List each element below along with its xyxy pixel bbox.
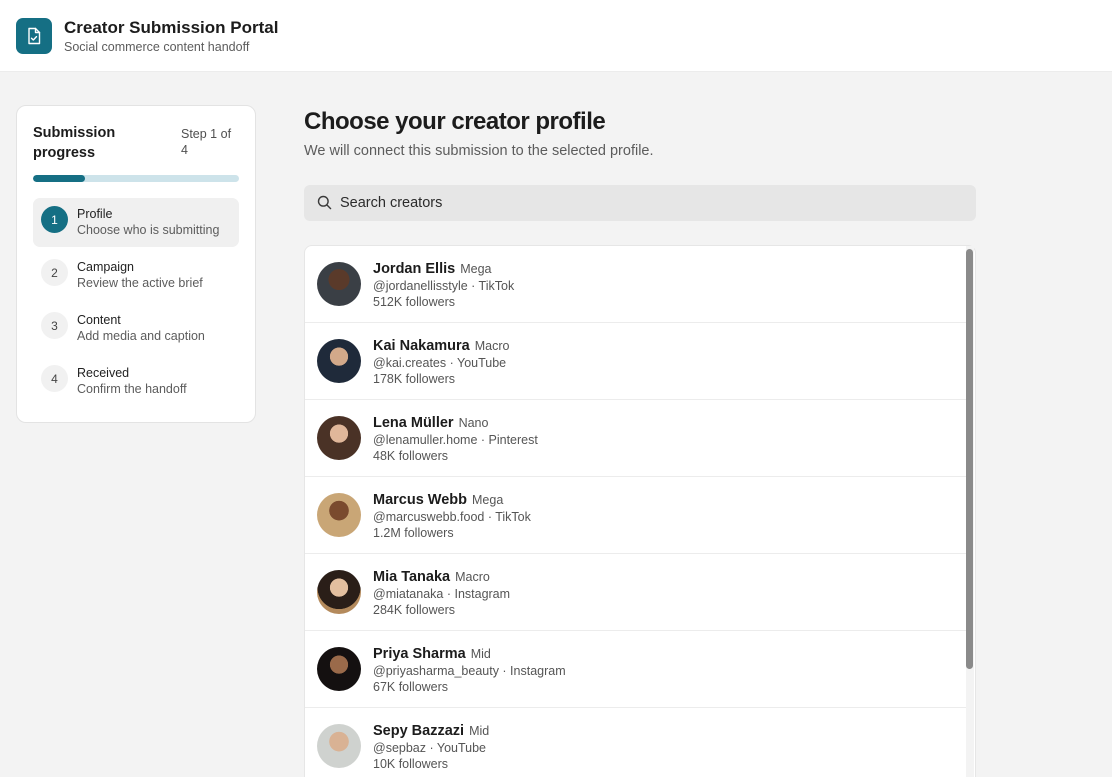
follower-count: 512K followers: [373, 295, 455, 309]
creator-handle: @lenamuller.home · Pinterest: [373, 433, 538, 447]
step-description: Confirm the handoff: [77, 382, 187, 396]
step-description: Add media and caption: [77, 329, 205, 343]
tier-badge: Mid: [469, 724, 490, 738]
step-number: 1: [41, 206, 68, 233]
creator-handle: @miatanaka · Instagram: [373, 587, 511, 601]
creator-row[interactable]: Jordan Ellis Mega @jordanellisstyle · Tik…: [305, 246, 967, 323]
creator-handle: @sepbaz · YouTube: [373, 741, 487, 755]
avatar: [317, 493, 361, 537]
page-subtitle: We will connect this submission to the s…: [304, 143, 654, 159]
creator-name: Jordan Ellis: [373, 261, 456, 277]
tier-badge: Mega: [472, 493, 504, 507]
creator-name: Lena Müller: [373, 415, 454, 431]
tier-badge: Mid: [470, 647, 491, 661]
avatar: [317, 262, 361, 306]
step-item-profile[interactable]: 1 Profile Choose who is submitting: [33, 198, 239, 247]
progress-bar: [33, 175, 239, 182]
list-scrollbar-thumb[interactable]: [966, 249, 973, 669]
progress-title: Submission progress: [33, 125, 116, 161]
app-header: Creator Submission Portal Social commerc…: [0, 0, 1112, 72]
creator-handle: @marcuswebb.food · TikTok: [373, 510, 531, 524]
step-number: 3: [41, 312, 68, 339]
step-label: Content: [77, 313, 121, 327]
creator-name: Priya Sharma: [373, 646, 466, 662]
step-number: 4: [41, 365, 68, 392]
follower-count: 67K followers: [373, 680, 449, 694]
creator-search[interactable]: [304, 185, 976, 221]
avatar: [317, 724, 361, 768]
creator-list: Jordan Ellis Mega @jordanellisstyle · Tik…: [304, 245, 976, 777]
follower-count: 1.2M followers: [373, 526, 454, 540]
progress-bar-fill: [33, 175, 85, 182]
creator-name: Mia Tanaka: [373, 569, 451, 585]
avatar: [317, 416, 361, 460]
creator-handle: @jordanellisstyle · TikTok: [373, 279, 515, 293]
step-item-campaign[interactable]: 2 Campaign Review the active brief: [33, 251, 239, 300]
creator-name: Sepy Bazzazi: [373, 723, 465, 739]
creator-name: Kai Nakamura: [373, 338, 470, 354]
search-input[interactable]: [340, 185, 960, 221]
creator-handle: @priyasharma_beauty · Instagram: [373, 664, 566, 678]
step-item-received[interactable]: 4 Received Confirm the handoff: [33, 357, 239, 406]
follower-count: 178K followers: [373, 372, 455, 386]
step-label: Campaign: [77, 260, 134, 274]
follower-count: 284K followers: [373, 603, 455, 617]
step-number: 2: [41, 259, 68, 286]
creator-row[interactable]: Priya Sharma Mid @priyasharma_beauty · In…: [305, 631, 967, 708]
tier-badge: Macro: [474, 339, 510, 353]
page-title: Choose your creator profile: [304, 108, 606, 135]
avatar: [317, 647, 361, 691]
avatar: [317, 570, 361, 614]
step-description: Choose who is submitting: [77, 223, 220, 237]
step-label: Received: [77, 366, 130, 380]
avatar: [317, 339, 361, 383]
step-count: Step 1 of 4: [181, 127, 232, 157]
step-description: Review the active brief: [77, 276, 203, 290]
step-item-content[interactable]: 3 Content Add media and caption: [33, 304, 239, 353]
step-list: 1 Profile Choose who is submitting 2 Cam…: [33, 198, 239, 410]
follower-count: 48K followers: [373, 449, 449, 463]
tier-badge: Nano: [458, 416, 489, 430]
creator-name: Marcus Webb: [373, 492, 468, 508]
creator-row[interactable]: Lena Müller Nano @lenamuller.home · Pinte…: [305, 400, 967, 477]
creator-row[interactable]: Kai Nakamura Macro @kai.creates · YouTube…: [305, 323, 967, 400]
search-icon: [317, 195, 332, 215]
app-title: Creator Submission Portal: [64, 18, 279, 37]
creator-row[interactable]: Mia Tanaka Macro @miatanaka · Instagram 2…: [305, 554, 967, 631]
creator-row[interactable]: Sepy Bazzazi Mid @sepbaz · YouTube 10K fo…: [305, 708, 967, 777]
tier-badge: Macro: [455, 570, 490, 584]
step-label: Profile: [77, 207, 113, 221]
submission-progress-card: Submission progress Step 1 of 4 1 Profil…: [16, 105, 256, 423]
tier-badge: Mega: [460, 262, 492, 276]
creator-handle: @kai.creates · YouTube: [373, 356, 507, 370]
document-check-icon: [16, 18, 52, 54]
follower-count: 10K followers: [373, 757, 449, 771]
app-subtitle: Social commerce content handoff: [64, 40, 250, 54]
creator-row[interactable]: Marcus Webb Mega @marcuswebb.food · TikTo…: [305, 477, 967, 554]
